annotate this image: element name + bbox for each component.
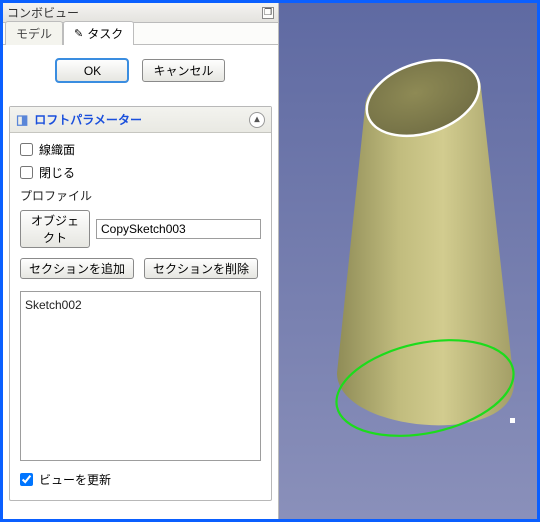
panel-titlebar: コンボビュー ❐ <box>3 3 278 23</box>
app-root: コンボビュー ❐ モデル ✎ タスク OK キャンセル ◨ ロフトパラメータ <box>0 0 540 522</box>
tab-label: モデル <box>16 25 52 42</box>
update-row[interactable]: ビューを更新 <box>20 471 261 488</box>
combo-view: コンボビュー ❐ モデル ✎ タスク OK キャンセル ◨ ロフトパラメータ <box>3 3 279 519</box>
collapse-icon[interactable]: ▴ <box>249 112 265 128</box>
task-body: OK キャンセル ◨ ロフトパラメーター ▴ 線織面 <box>3 45 278 519</box>
tab-label: タスク <box>87 25 123 42</box>
panel-title: コンボビュー <box>7 4 79 21</box>
update-label: ビューを更新 <box>39 471 111 488</box>
tab-task[interactable]: ✎ タスク <box>63 21 134 45</box>
dialog-buttons: OK キャンセル <box>9 59 272 82</box>
profile-input[interactable] <box>96 219 261 239</box>
loft-header[interactable]: ◨ ロフトパラメーター ▴ <box>10 107 271 133</box>
loft-icon: ◨ <box>16 112 28 128</box>
closed-row[interactable]: 閉じる <box>20 164 261 181</box>
profile-pair: オブジェクト <box>20 210 261 248</box>
closed-checkbox[interactable] <box>20 166 33 179</box>
loft-group: ◨ ロフトパラメーター ▴ 線織面 閉じる プロファイル <box>9 106 272 501</box>
cancel-button[interactable]: キャンセル <box>142 59 224 82</box>
remove-section-button[interactable]: セクションを削除 <box>144 258 258 279</box>
loft-body: 線織面 閉じる プロファイル オブジェクト セクションを追加 セクションを削除 <box>10 133 271 500</box>
list-item[interactable]: Sketch002 <box>25 296 256 314</box>
undock-icon[interactable]: ❐ <box>262 7 274 19</box>
profile-label: プロファイル <box>20 187 261 204</box>
ruled-row[interactable]: 線織面 <box>20 141 261 158</box>
tab-model[interactable]: モデル <box>5 21 63 45</box>
tabs: モデル ✎ タスク <box>3 23 278 45</box>
update-checkbox[interactable] <box>20 473 33 486</box>
vertex-marker <box>510 418 515 423</box>
pencil-icon: ✎ <box>74 27 83 40</box>
add-section-button[interactable]: セクションを追加 <box>20 258 134 279</box>
closed-label: 閉じる <box>39 164 75 181</box>
ruled-checkbox[interactable] <box>20 143 33 156</box>
loft-title: ロフトパラメーター <box>34 111 142 128</box>
object-button[interactable]: オブジェクト <box>20 210 90 248</box>
section-buttons: セクションを追加 セクションを削除 <box>20 258 261 279</box>
ruled-label: 線織面 <box>39 141 75 158</box>
sections-list[interactable]: Sketch002 <box>20 291 261 461</box>
viewport-svg <box>279 3 537 519</box>
ok-button[interactable]: OK <box>56 59 128 82</box>
viewport-3d[interactable] <box>279 3 537 519</box>
